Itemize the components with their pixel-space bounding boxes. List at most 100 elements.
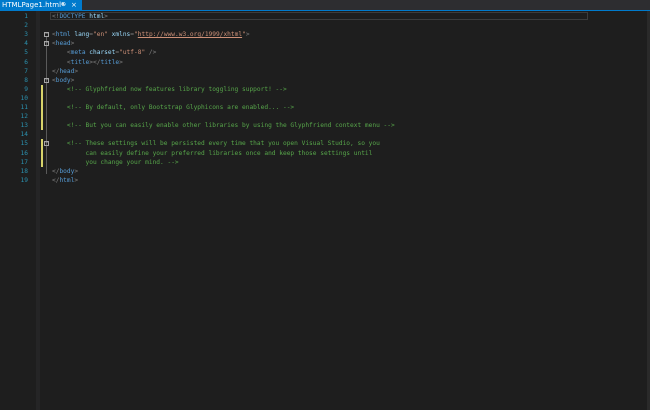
code-text: you change your mind. --> xyxy=(52,158,179,167)
code-line[interactable]: 18 </body> xyxy=(0,167,648,176)
code-token: meta xyxy=(70,49,86,57)
code-text: <!DOCTYPE html> xyxy=(52,12,108,21)
code-token: "utf-8" xyxy=(119,49,146,57)
code-token: title xyxy=(100,58,120,66)
line-number: 2 xyxy=(24,22,28,30)
code-token: xmlns xyxy=(111,31,131,39)
code-token: lang xyxy=(74,31,90,39)
code-line[interactable]: 4 <head> xyxy=(0,39,648,48)
line-number: 17 xyxy=(20,158,28,166)
pin-icon[interactable]: ⊕ xyxy=(61,0,66,10)
code-token: title xyxy=(70,58,90,66)
code-line[interactable]: 11 <!-- By default, only Bootstrap Glyph… xyxy=(0,103,648,112)
code-text: <!-- But you can easily enable other lib… xyxy=(52,121,395,130)
line-number: 14 xyxy=(20,131,28,139)
line-number: 3 xyxy=(24,31,28,39)
line-number: 8 xyxy=(24,76,28,84)
code-editor[interactable]: 1 <!DOCTYPE html> 2 3 <html lang="en" xmlns=… xyxy=(0,11,650,410)
code-line[interactable]: 10 xyxy=(0,94,648,103)
code-text: <body> xyxy=(52,76,74,85)
code-token: html xyxy=(89,13,105,20)
code-token: /> xyxy=(148,49,157,57)
code-token: body xyxy=(55,76,71,84)
code-text: <!-- By default, only Bootstrap Glyphico… xyxy=(52,103,294,112)
code-line[interactable]: 6 <title></title> xyxy=(0,58,648,67)
code-token: head xyxy=(55,40,71,48)
code-line[interactable]: 19 </html> xyxy=(0,176,648,185)
line-number: 19 xyxy=(20,176,28,184)
line-number: 15 xyxy=(20,140,28,148)
document-tab[interactable]: HTMLPage1.html* ⊕ × xyxy=(0,0,82,10)
fold-guide-line xyxy=(46,82,47,174)
tab-title: HTMLPage1.html* xyxy=(2,1,65,9)
code-text: <meta charset="utf-8" /> xyxy=(52,48,156,57)
code-token: <!-- These settings will be persisted ev… xyxy=(66,140,380,148)
code-text: </html> xyxy=(52,176,78,185)
code-text: <!-- Glyphfriend now features library to… xyxy=(52,85,287,94)
document-tab-bar: HTMLPage1.html* ⊕ × xyxy=(0,0,650,11)
code-text: <!-- These settings will be persisted ev… xyxy=(52,139,380,148)
code-token: <!-- By default, only Bootstrap Glyphico… xyxy=(66,104,295,111)
code-token: html xyxy=(55,31,71,39)
code-text: can easily define your preferred librari… xyxy=(52,149,373,158)
code-token: > xyxy=(70,40,75,48)
code-token: > xyxy=(70,76,75,84)
code-token: "en" xyxy=(93,31,108,39)
line-number: 9 xyxy=(24,85,28,93)
code-text: </head> xyxy=(52,67,78,76)
line-number: 4 xyxy=(24,40,28,48)
collapse-region-icon[interactable]: − xyxy=(44,141,49,147)
code-token: you change your mind. --> xyxy=(66,158,179,166)
code-token: > xyxy=(119,58,123,66)
code-line[interactable]: 13 <!-- But you can easily enable other … xyxy=(0,121,648,130)
code-line[interactable]: 14 xyxy=(0,130,648,139)
code-token: charset xyxy=(89,49,116,57)
code-token: body xyxy=(59,167,75,175)
line-number: 13 xyxy=(20,122,28,130)
code-line[interactable]: 9 <!-- Glyphfriend now features library … xyxy=(0,85,648,94)
code-token: > xyxy=(74,176,79,184)
line-number: 12 xyxy=(20,113,28,121)
code-token: can easily define your preferred librari… xyxy=(66,149,373,157)
code-token: ></ xyxy=(89,58,101,66)
line-number: 10 xyxy=(20,94,28,102)
change-marker xyxy=(41,84,43,131)
code-line[interactable]: 15 <!-- These settings will be persisted… xyxy=(0,139,648,148)
line-number: 1 xyxy=(24,13,28,20)
close-icon[interactable]: × xyxy=(71,0,77,10)
code-line[interactable]: 1 <!DOCTYPE html> xyxy=(0,12,648,21)
code-line[interactable]: 5 <meta charset="utf-8" /> xyxy=(0,48,648,57)
line-number: 5 xyxy=(24,49,28,57)
code-line[interactable]: 7 </head> xyxy=(0,67,648,76)
code-line[interactable]: 3 <html lang="en" xmlns="http://www.w3.or… xyxy=(0,30,648,39)
code-line[interactable]: 8 <body> xyxy=(0,76,648,85)
line-number: 6 xyxy=(24,58,28,66)
code-line[interactable]: 12 xyxy=(0,112,648,121)
code-token: DOCTYPE xyxy=(59,13,86,20)
code-token: <!-- Glyphfriend now features library to… xyxy=(66,85,287,93)
code-text: </body> xyxy=(52,167,78,176)
code-line[interactable]: 16 can easily define your preferred libr… xyxy=(0,149,648,158)
code-line[interactable]: 2 xyxy=(0,21,648,30)
code-token: > xyxy=(104,13,108,20)
code-token: head xyxy=(59,67,75,75)
fold-guide-line xyxy=(46,46,47,74)
change-marker xyxy=(41,139,43,167)
code-text: <title></title> xyxy=(52,58,123,67)
code-line[interactable]: 17 you change your mind. --> xyxy=(0,158,648,167)
code-token: http://www.w3.org/1999/xhtml xyxy=(137,31,243,39)
code-text: <html lang="en" xmlns="http://www.w3.org… xyxy=(52,30,250,39)
line-number: 18 xyxy=(20,167,28,175)
line-number: 11 xyxy=(20,104,28,111)
line-number: 16 xyxy=(20,149,28,157)
code-token: > xyxy=(74,167,79,175)
code-text: <head> xyxy=(52,39,74,48)
